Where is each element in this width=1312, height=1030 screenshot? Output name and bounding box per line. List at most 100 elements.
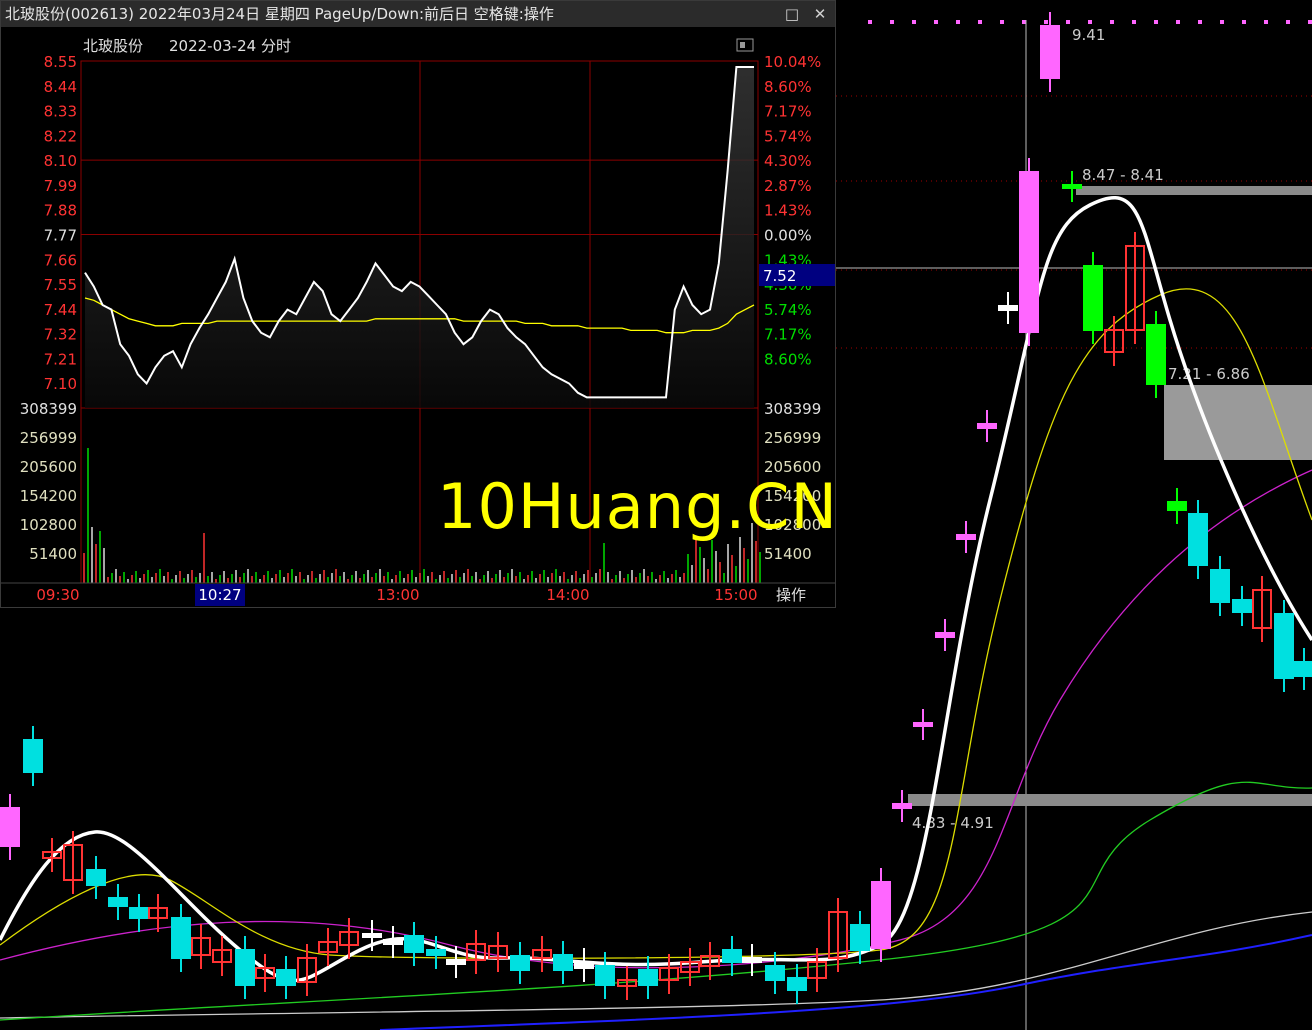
pct-tick-label: 5.74% — [764, 301, 812, 319]
candlestick — [426, 949, 446, 956]
candlestick — [977, 423, 997, 429]
pct-tick-label: 8.60% — [764, 350, 812, 368]
price-tick-label: 8.10 — [44, 152, 77, 170]
candlestick — [108, 897, 128, 907]
pct-tick-label: 1.43% — [764, 202, 812, 220]
price-tick-label: 7.88 — [44, 202, 77, 220]
volume-tick-left: 154200 — [20, 487, 77, 505]
candlestick — [383, 939, 403, 945]
volume-tick-left: 51400 — [29, 545, 77, 563]
current-price-value: 7.52 — [763, 267, 796, 285]
watermark-text: 10Huang.CN — [437, 470, 838, 543]
close-icon[interactable]: ✕ — [807, 1, 833, 27]
pct-tick-label: 0.00% — [764, 227, 812, 245]
candlestick — [850, 924, 870, 951]
pct-tick-label: 10.04% — [764, 53, 821, 71]
candlestick — [86, 869, 106, 886]
price-tick-label: 7.66 — [44, 251, 77, 269]
limit-marker-dot — [978, 20, 982, 24]
candlestick — [1294, 661, 1312, 677]
pct-tick-label: 5.74% — [764, 127, 812, 145]
candlestick — [595, 965, 615, 986]
candlestick — [956, 534, 976, 540]
price-tick-label: 7.77 — [44, 227, 77, 245]
limit-marker-dot — [1022, 20, 1026, 24]
candlestick — [1019, 171, 1039, 333]
high-price-label: 9.41 — [1072, 26, 1105, 44]
limit-marker-dot — [934, 20, 938, 24]
candlestick — [1040, 25, 1060, 79]
candlestick — [913, 722, 933, 727]
time-tick-label: 15:00 — [714, 586, 757, 604]
candlestick — [742, 957, 762, 963]
candlestick — [235, 949, 255, 986]
volume-tick-left: 102800 — [20, 516, 77, 534]
candlestick — [892, 803, 912, 809]
volume-tick-right: 51400 — [764, 545, 812, 563]
limit-marker-dot — [1242, 20, 1246, 24]
limit-marker-dot — [1154, 20, 1158, 24]
volume-tick-right: 256999 — [764, 429, 821, 447]
candlestick — [1188, 513, 1208, 566]
candlestick — [722, 949, 742, 963]
resistance-band-2 — [1164, 385, 1312, 460]
candlestick — [171, 917, 191, 959]
candlestick — [935, 632, 955, 638]
limit-marker-dot — [890, 20, 894, 24]
candlestick — [787, 977, 807, 991]
price-tick-label: 8.55 — [44, 53, 77, 71]
candlestick — [1274, 613, 1294, 679]
pct-tick-label: 8.60% — [764, 78, 812, 96]
price-tick-label: 7.21 — [44, 350, 77, 368]
band-label-3: 4.83 - 4.91 — [912, 814, 994, 832]
candlestick — [998, 305, 1018, 311]
volume-tick-left: 308399 — [20, 400, 77, 418]
price-tick-label: 7.10 — [44, 375, 77, 393]
limit-marker-dot — [956, 20, 960, 24]
candlestick — [765, 965, 785, 981]
limit-marker-dot — [912, 20, 916, 24]
time-tick-label: 13:00 — [376, 586, 419, 604]
candlestick — [1083, 265, 1103, 331]
limit-marker-dot — [1132, 20, 1136, 24]
candlestick — [510, 955, 530, 971]
price-tick-label: 8.33 — [44, 103, 77, 121]
candlestick — [1062, 184, 1082, 189]
candlestick — [553, 954, 573, 971]
candlestick — [129, 907, 149, 919]
limit-marker-dot — [1000, 20, 1004, 24]
limit-marker-dot — [1088, 20, 1092, 24]
candlestick — [446, 959, 466, 965]
band-label-1: 8.47 - 8.41 — [1082, 166, 1164, 184]
chart-stock-name: 北玻股份 — [83, 37, 143, 55]
volume-tick-left: 256999 — [20, 429, 77, 447]
candlestick — [574, 961, 594, 969]
window-icon-inner — [740, 42, 745, 48]
candlestick — [404, 935, 424, 953]
pct-tick-label: 7.17% — [764, 326, 812, 344]
price-tick-label: 7.44 — [44, 301, 77, 319]
support-band — [908, 794, 1312, 806]
restore-icon[interactable]: □ — [779, 1, 805, 27]
price-tick-label: 7.55 — [44, 276, 77, 294]
limit-marker-dot — [1176, 20, 1180, 24]
resistance-band-1 — [1076, 186, 1312, 195]
cursor-time-label: 10:27 — [198, 586, 241, 604]
limit-marker-dot — [1264, 20, 1268, 24]
band-label-2: 7.21 - 6.86 — [1168, 365, 1250, 383]
candlestick — [276, 969, 296, 986]
limit-marker-dot — [868, 20, 872, 24]
window-titlebar[interactable]: 北玻股份(002613) 2022年03月24日 星期四 PageUp/Down… — [1, 1, 835, 27]
limit-marker-dot — [1198, 20, 1202, 24]
candlestick — [871, 881, 891, 949]
price-tick-label: 8.22 — [44, 127, 77, 145]
limit-marker-dot — [1110, 20, 1114, 24]
pct-tick-label: 2.87% — [764, 177, 812, 195]
time-tick-label: 09:30 — [36, 586, 79, 604]
action-button[interactable]: 操作 — [776, 586, 806, 604]
volume-tick-left: 205600 — [20, 458, 77, 476]
pct-tick-label: 7.17% — [764, 103, 812, 121]
candlestick — [638, 969, 658, 986]
candlestick — [0, 807, 20, 847]
time-tick-label: 14:00 — [546, 586, 589, 604]
